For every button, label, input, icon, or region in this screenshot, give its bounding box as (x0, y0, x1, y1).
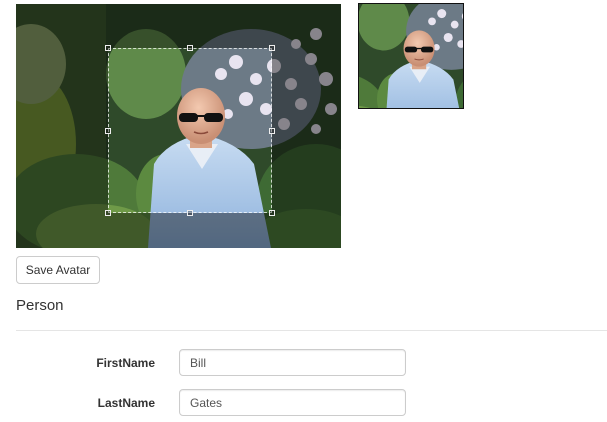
crop-handle-right[interactable] (269, 128, 275, 134)
crop-handle-top-left[interactable] (105, 45, 111, 51)
first-name-label: FirstName (96, 356, 155, 370)
crop-handle-top-right[interactable] (269, 45, 275, 51)
first-name-input[interactable] (179, 349, 406, 376)
form-divider (16, 330, 607, 331)
person-legend: Person (16, 297, 64, 314)
crop-handle-bottom[interactable] (187, 210, 193, 216)
crop-handle-bottom-right[interactable] (269, 210, 275, 216)
crop-shade-top (16, 4, 341, 48)
avatar-crop-area[interactable] (16, 4, 341, 248)
save-avatar-button[interactable]: Save Avatar (16, 256, 100, 284)
crop-handle-top[interactable] (187, 45, 193, 51)
last-name-input[interactable] (179, 389, 406, 416)
last-name-label: LastName (97, 396, 155, 410)
crop-selection[interactable] (105, 45, 275, 216)
crop-handle-left[interactable] (105, 128, 111, 134)
crop-handle-bottom-left[interactable] (105, 210, 111, 216)
avatar-preview-image (359, 4, 463, 108)
avatar-preview (358, 3, 464, 109)
crop-shade-left (16, 48, 108, 248)
crop-shade-right (272, 48, 341, 248)
crop-shade-bottom (108, 213, 272, 248)
